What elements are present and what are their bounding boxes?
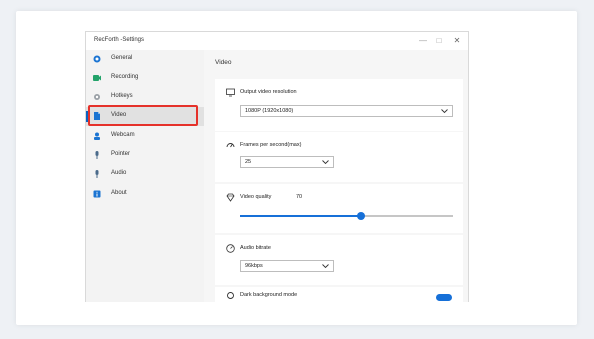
- sidebar-item-label: Recording: [111, 74, 139, 80]
- sidebar-item-webcam[interactable]: Webcam: [86, 127, 204, 146]
- sidebar-item-recording[interactable]: Recording: [86, 69, 204, 88]
- quality-panel: Video quality 70: [215, 184, 463, 233]
- fps-dropdown[interactable]: 25: [240, 156, 334, 168]
- partial-panel: Dark background mode: [215, 287, 463, 302]
- minimize-button[interactable]: —: [415, 35, 431, 47]
- fps-panel: Frames per second(max) 25: [215, 132, 463, 182]
- about-icon: [93, 190, 101, 198]
- chevron-down-icon: [322, 160, 329, 165]
- webcam-icon: [94, 132, 100, 140]
- sidebar-item-general[interactable]: General: [86, 50, 204, 69]
- resolution-dropdown[interactable]: 1080P (1920x1080): [240, 105, 453, 117]
- sidebar-item-label: About: [111, 190, 127, 196]
- pointer-icon: [95, 151, 99, 159]
- monitor-icon: [226, 88, 235, 97]
- home-icon: [93, 55, 101, 63]
- resolution-label: Output video resolution: [240, 89, 297, 95]
- sidebar-item-label: Pointer: [111, 151, 131, 157]
- partial-label: Dark background mode: [240, 292, 298, 298]
- sidebar-item-label: Hotkeys: [111, 93, 133, 99]
- diamond-icon: [226, 193, 235, 202]
- speed-icon: [226, 143, 235, 148]
- bitrate-label: Audio bitrate: [240, 245, 271, 251]
- audio-icon: [95, 170, 99, 178]
- title-bar: RecForth -Settings — □ ✕: [86, 32, 468, 50]
- sidebar: General Recording Hotkeys Video Webcam P…: [86, 50, 204, 302]
- chevron-down-icon: [322, 264, 329, 269]
- settings-content: Video Output video resolution 1080P (192…: [204, 50, 468, 302]
- bitrate-panel: Audio bitrate 96kbps: [215, 235, 463, 285]
- close-button[interactable]: ✕: [449, 35, 465, 47]
- chevron-down-icon: [441, 109, 448, 114]
- fps-value: 25: [245, 159, 252, 165]
- record-icon: [93, 75, 101, 81]
- resolution-panel: Output video resolution 1080P (1920x1080…: [215, 79, 463, 131]
- settings-icon: [227, 292, 234, 299]
- sidebar-item-audio[interactable]: Audio: [86, 165, 204, 184]
- highlight-box: [88, 105, 198, 126]
- slider-fill: [240, 215, 362, 217]
- bitrate-value: 96kbps: [245, 263, 263, 269]
- quality-label: Video quality: [240, 194, 272, 200]
- settings-window: RecForth -Settings — □ ✕ General Recordi…: [85, 31, 469, 302]
- fps-label: Frames per second(max): [240, 142, 302, 148]
- window-title: RecForth -Settings: [94, 37, 145, 43]
- hotkey-icon: [94, 94, 100, 100]
- sidebar-item-label: Webcam: [111, 132, 135, 138]
- sidebar-item-about[interactable]: About: [86, 185, 204, 204]
- toggle-switch[interactable]: [436, 294, 452, 301]
- sidebar-item-pointer[interactable]: Pointer: [86, 146, 204, 165]
- sidebar-item-label: Audio: [111, 170, 127, 176]
- sidebar-item-label: General: [111, 55, 133, 61]
- maximize-button[interactable]: □: [431, 35, 447, 47]
- slider-thumb[interactable]: [357, 212, 366, 220]
- quality-value: 70: [296, 194, 303, 200]
- bitrate-dropdown[interactable]: 96kbps: [240, 260, 334, 272]
- resolution-value: 1080P (1920x1080): [245, 108, 294, 114]
- quality-slider[interactable]: [240, 212, 453, 220]
- gauge-icon: [226, 244, 235, 253]
- section-title: Video: [215, 59, 232, 66]
